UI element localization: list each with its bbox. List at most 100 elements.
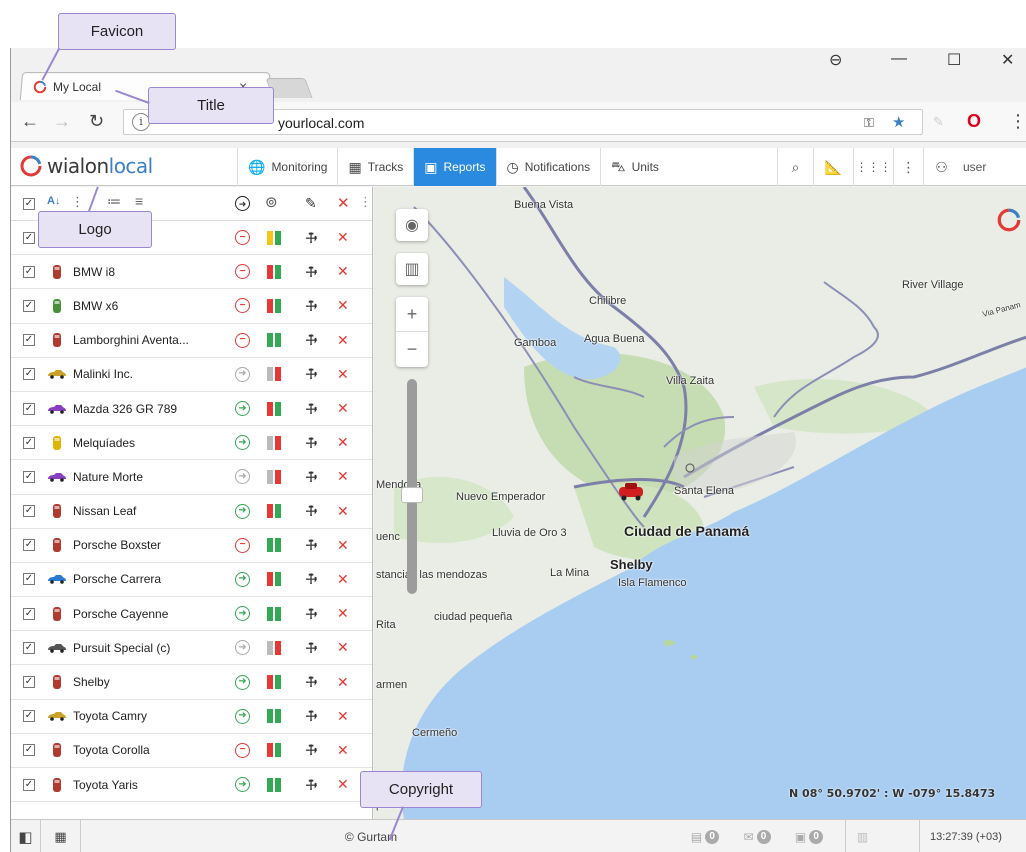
- wrench-icon[interactable]: ⚒: [301, 228, 321, 248]
- connection-status-icon[interactable]: ➜: [235, 469, 250, 485]
- unit-row[interactable]: ✓ Nature Morte ➜ ⚒ ✕: [11, 460, 372, 495]
- wrench-icon[interactable]: ⚒: [301, 775, 321, 795]
- connection-status-icon[interactable]: ➜: [235, 401, 250, 417]
- unit-checkbox[interactable]: ✓: [23, 505, 35, 518]
- mail-counter[interactable]: ✉ 0: [733, 820, 781, 852]
- wrench-icon[interactable]: ⚒: [301, 741, 321, 761]
- connection-status-icon[interactable]: −: [235, 298, 250, 314]
- unit-checkbox[interactable]: ✓: [23, 402, 35, 415]
- connection-status-icon[interactable]: −: [235, 332, 250, 348]
- unit-row[interactable]: ✓ Pursuit Special (c) ➜ ⚒ ✕: [11, 631, 372, 666]
- user-name[interactable]: user: [959, 148, 1026, 186]
- wrench-icon[interactable]: ⚒: [301, 638, 321, 658]
- unit-checkbox[interactable]: ✓: [23, 368, 35, 381]
- connection-status-icon[interactable]: ➜: [235, 708, 250, 724]
- sensor-bars-icon[interactable]: [267, 538, 281, 553]
- connection-status-icon[interactable]: −: [235, 537, 250, 553]
- wrench-icon[interactable]: ⚒: [301, 330, 321, 350]
- maximize-button[interactable]: ☐: [947, 50, 961, 70]
- connection-status-icon[interactable]: −: [235, 230, 250, 246]
- unit-row[interactable]: ✓ Porsche Carrera ➜ ⚒ ✕: [11, 563, 372, 598]
- unit-checkbox[interactable]: ✓: [23, 265, 35, 278]
- sensor-bars-icon[interactable]: [267, 572, 281, 587]
- nav-notifications[interactable]: ◷ Notifications: [495, 148, 601, 186]
- wrench-icon[interactable]: ⚒: [301, 570, 321, 590]
- connection-status-icon[interactable]: ➜: [235, 571, 250, 587]
- select-all-checkbox[interactable]: ✓: [23, 198, 35, 210]
- wrench-icon[interactable]: ⚒: [301, 365, 321, 385]
- unit-checkbox[interactable]: ✓: [23, 299, 35, 312]
- key-icon[interactable]: ⚿: [864, 115, 874, 131]
- panel-toggle-icon[interactable]: ◧: [11, 820, 41, 852]
- delete-icon[interactable]: ✕: [337, 742, 349, 759]
- unit-row[interactable]: ✓ Porsche Boxster − ⚒ ✕: [11, 529, 372, 563]
- unit-checkbox[interactable]: ✓: [23, 334, 35, 347]
- nav-monitoring[interactable]: 🌐 Monitoring: [237, 148, 337, 186]
- wrench-icon[interactable]: ⚒: [301, 467, 321, 487]
- unit-checkbox[interactable]: ✓: [23, 470, 35, 483]
- delete-icon[interactable]: ✕: [337, 503, 349, 520]
- wrench-icon[interactable]: ⚒: [301, 433, 321, 453]
- unit-row[interactable]: ✓ Lamborghini Aventa... − ⚒ ✕: [11, 324, 372, 358]
- unit-row[interactable]: ✓ Nissan Leaf ➜ ⚒ ✕: [11, 495, 372, 529]
- unit-row[interactable]: ✓ Melquíades ➜ ⚒ ✕: [11, 426, 372, 461]
- list-detail-icon[interactable]: ≡: [135, 193, 143, 209]
- sensor-bars-icon[interactable]: [267, 640, 281, 655]
- sensor-bars-icon[interactable]: [267, 367, 281, 382]
- reload-icon[interactable]: ↻: [89, 111, 104, 132]
- account-icon[interactable]: ⊖: [829, 50, 842, 70]
- wrench-icon[interactable]: ⚒: [301, 604, 321, 624]
- sensor-bars-icon[interactable]: [267, 230, 281, 245]
- connection-status-icon[interactable]: ➜: [235, 366, 250, 382]
- filter-icon[interactable]: ⋮: [71, 194, 84, 210]
- apps-icon[interactable]: ▦: [41, 820, 81, 852]
- signal-header-icon[interactable]: ⊚: [265, 193, 278, 211]
- connection-status-icon[interactable]: ➜: [235, 674, 250, 690]
- opera-icon[interactable]: O: [967, 111, 981, 132]
- logo[interactable]: wialonlocal: [19, 154, 153, 178]
- sensor-bars-icon[interactable]: [267, 333, 281, 348]
- wrench-icon[interactable]: ⚒: [301, 262, 321, 282]
- sensor-bars-icon[interactable]: [267, 743, 281, 758]
- delete-icon[interactable]: ✕: [337, 434, 349, 451]
- unit-checkbox[interactable]: ✓: [23, 436, 35, 449]
- zoom-in-button[interactable]: +: [396, 297, 428, 332]
- wrench-icon[interactable]: ⚒: [301, 672, 321, 692]
- unit-checkbox[interactable]: ✓: [23, 641, 35, 654]
- unit-row[interactable]: ✓ BMW i8 − ⚒ ✕: [11, 255, 372, 290]
- settings-header-icon[interactable]: ✎: [305, 195, 317, 212]
- unit-row[interactable]: ✓ Toyota Corolla − ⚒ ✕: [11, 734, 372, 768]
- connection-header-icon[interactable]: ➜: [235, 196, 250, 211]
- search-icon[interactable]: ⌕: [777, 148, 813, 186]
- sensor-bars-icon[interactable]: [267, 264, 281, 279]
- sensor-bars-icon[interactable]: [267, 709, 281, 724]
- sensor-bars-icon[interactable]: [267, 675, 281, 690]
- user-icon[interactable]: ⚇: [923, 148, 959, 186]
- more-icon[interactable]: ⋮: [893, 148, 923, 186]
- table-icon[interactable]: ▥: [845, 820, 879, 852]
- extension-icon[interactable]: ✎: [933, 114, 944, 130]
- delete-icon[interactable]: ✕: [337, 468, 349, 485]
- unit-checkbox[interactable]: ✓: [23, 607, 35, 620]
- delete-icon[interactable]: ✕: [337, 400, 349, 417]
- messages-counter[interactable]: ▤ 0: [681, 820, 729, 852]
- nav-tracks[interactable]: ▦ Tracks: [337, 148, 413, 186]
- delete-icon[interactable]: ✕: [337, 366, 349, 383]
- connection-status-icon[interactable]: ➜: [235, 606, 250, 622]
- zoom-out-button[interactable]: −: [396, 332, 428, 367]
- unit-checkbox[interactable]: ✓: [23, 231, 35, 244]
- eye-icon[interactable]: ◉: [396, 209, 428, 241]
- close-window-button[interactable]: ✕: [1001, 50, 1014, 70]
- nav-reports[interactable]: ▣ Reports: [413, 148, 496, 186]
- nav-units[interactable]: ⛍ Units: [600, 148, 669, 186]
- connection-status-icon[interactable]: −: [235, 742, 250, 758]
- wrench-icon[interactable]: ⚒: [301, 399, 321, 419]
- delete-icon[interactable]: ✕: [337, 297, 349, 314]
- delete-icon[interactable]: ✕: [337, 639, 349, 656]
- connection-status-icon[interactable]: ➜: [235, 777, 250, 793]
- connection-status-icon[interactable]: ➜: [235, 503, 250, 519]
- unit-row[interactable]: ✓ Malinki Inc. ➜ ⚒ ✕: [11, 358, 372, 392]
- browser-menu-icon[interactable]: ⋮: [1009, 111, 1026, 132]
- sort-alpha-icon[interactable]: A↓: [47, 195, 60, 207]
- unit-row[interactable]: ✓ Toyota Camry ➜ ⚒ ✕: [11, 700, 372, 734]
